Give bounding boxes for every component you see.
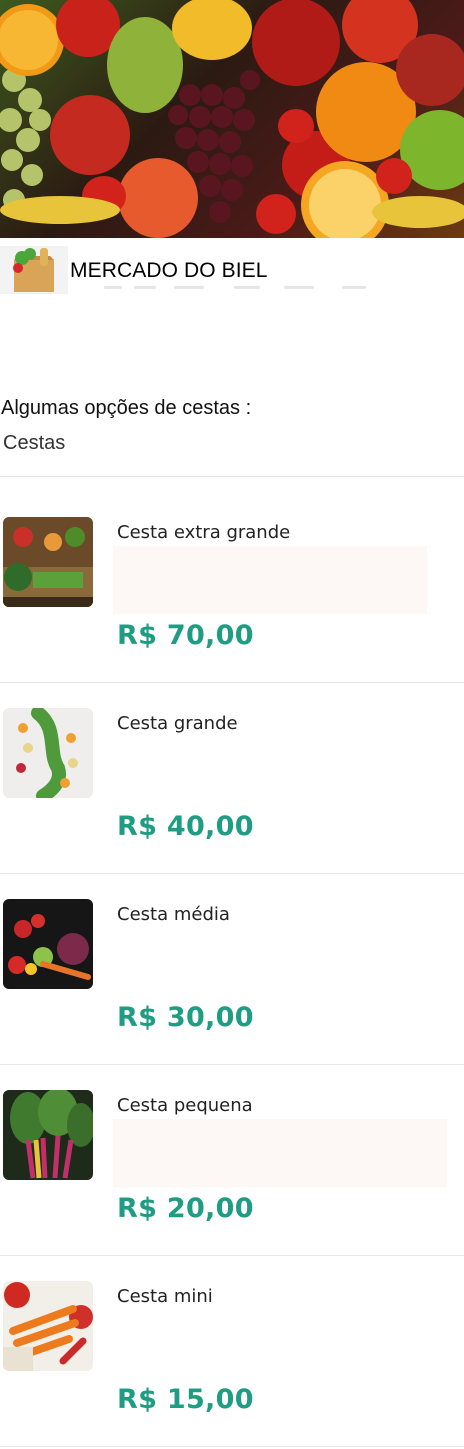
product-card[interactable]: Cesta pequena R$ 20,00 [0, 1055, 464, 1245]
product-image [3, 517, 93, 607]
product-card[interactable]: Cesta média R$ 30,00 [0, 864, 464, 1054]
intro-text: Algumas opções de cestas : [1, 397, 252, 419]
product-name: Cesta média [117, 904, 230, 925]
product-image [3, 708, 93, 798]
product-card[interactable]: Cesta extra grande R$ 70,00 [0, 482, 464, 672]
product-card[interactable]: Cesta mini R$ 15,00 [0, 1246, 464, 1436]
product-image [3, 899, 93, 989]
product-description [113, 1119, 447, 1187]
product-name: Cesta pequena [117, 1095, 253, 1116]
product-description [113, 737, 427, 805]
product-description [113, 546, 427, 614]
grocery-bag-icon [0, 246, 68, 294]
brand-subtitle-faded [104, 284, 374, 292]
hero-fruits-image [0, 0, 464, 238]
product-price: R$ 70,00 [117, 620, 254, 651]
product-price: R$ 30,00 [117, 1002, 254, 1033]
brand-header: MERCADO DO BIEL [0, 246, 464, 294]
product-price: R$ 15,00 [117, 1384, 254, 1415]
product-name: Cesta grande [117, 713, 238, 734]
divider [0, 476, 464, 477]
product-card[interactable]: Cesta grande R$ 40,00 [0, 673, 464, 863]
product-price: R$ 20,00 [117, 1193, 254, 1224]
divider [0, 1446, 464, 1447]
product-image [3, 1090, 93, 1180]
brand-name: MERCADO DO BIEL [70, 259, 268, 282]
product-image [3, 1281, 93, 1371]
product-price: R$ 40,00 [117, 811, 254, 842]
product-name: Cesta mini [117, 1286, 213, 1307]
product-name: Cesta extra grande [117, 522, 291, 543]
section-title: Cestas [3, 432, 66, 454]
